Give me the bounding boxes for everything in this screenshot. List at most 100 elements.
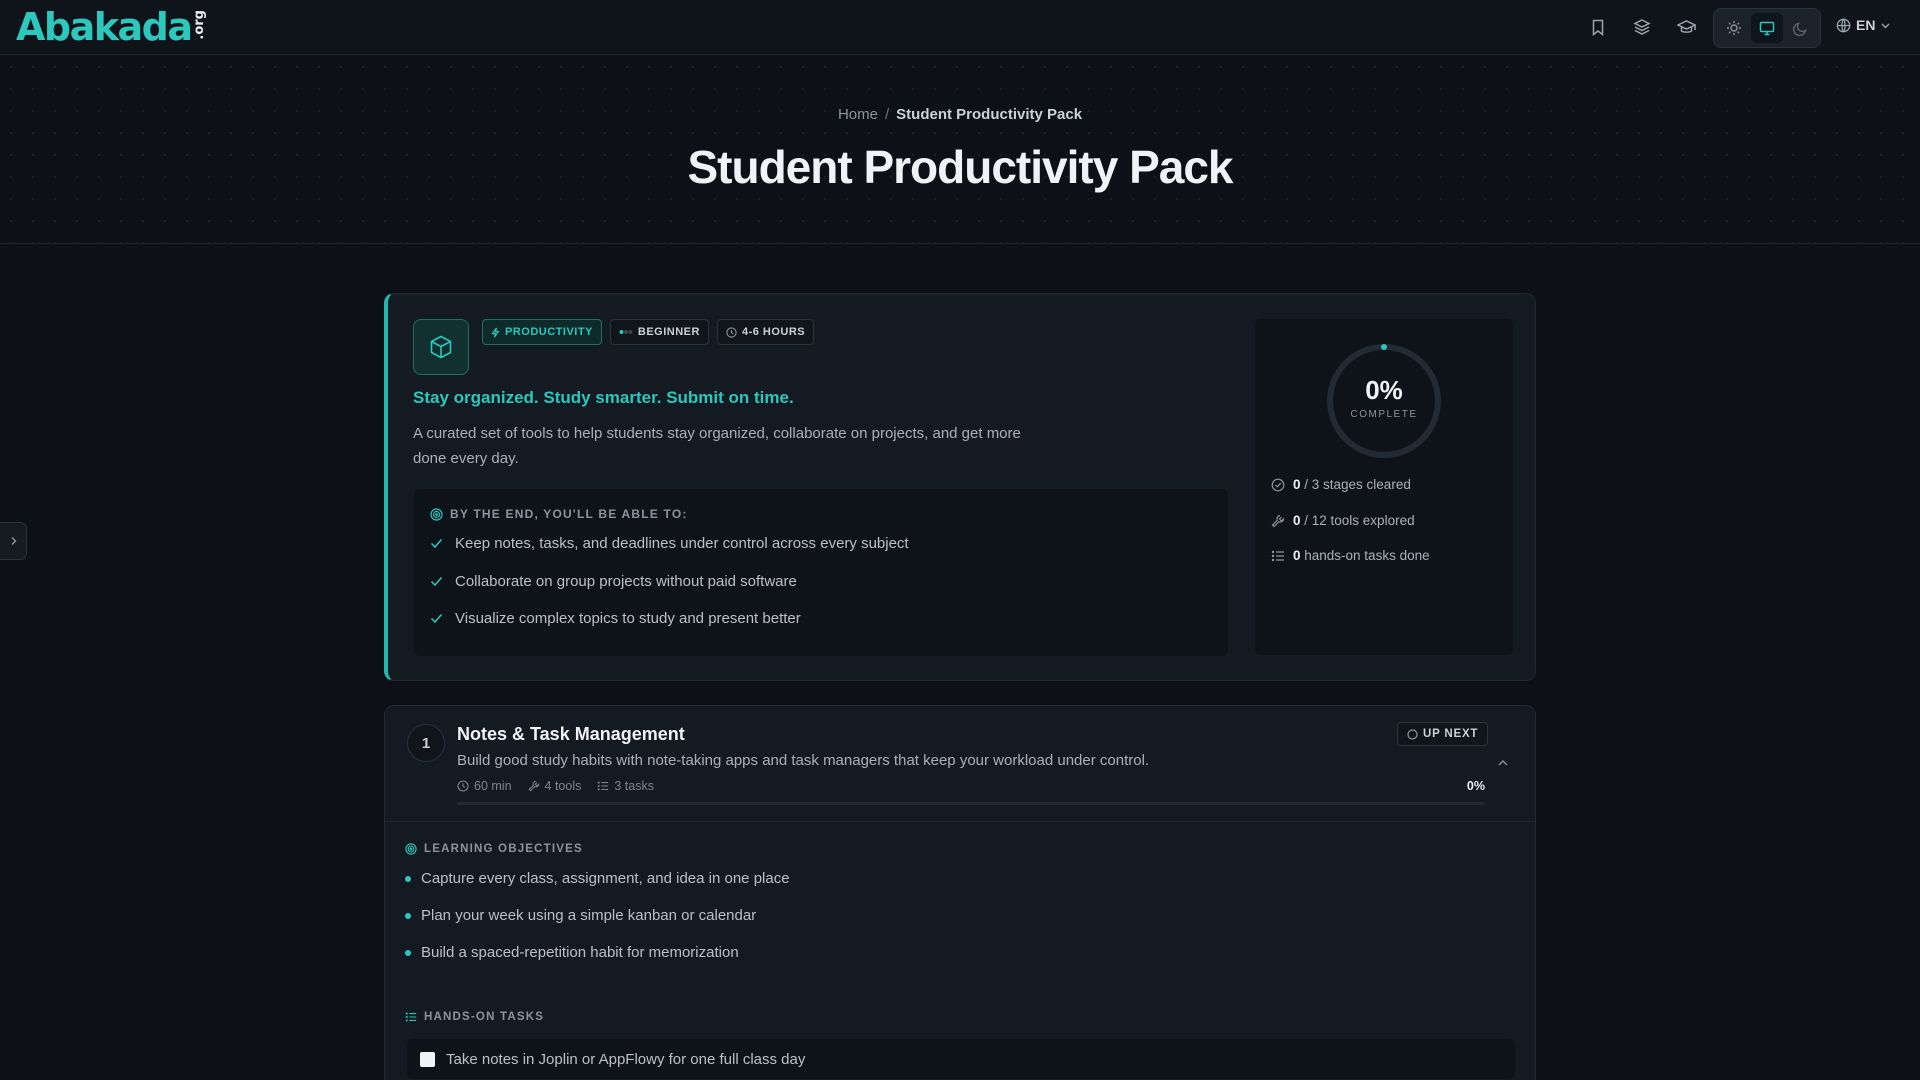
top-navigation-bar: Abakada .org EN <box>0 0 1920 55</box>
wrench-icon <box>528 780 540 792</box>
pack-description: A curated set of tools to help students … <box>413 425 1021 467</box>
stage-meta: 60 min 4 tools 3 tasks <box>457 779 654 793</box>
level-dots-icon <box>619 329 633 335</box>
wrench-icon <box>1271 514 1285 528</box>
page-title: Student Productivity Pack <box>687 141 1233 193</box>
objective-text: Capture every class, assignment, and ide… <box>421 870 790 887</box>
target-icon <box>430 507 443 521</box>
chevron-up-icon[interactable] <box>1497 758 1509 768</box>
chevron-down-icon <box>1880 20 1891 31</box>
circle-check-icon <box>1271 478 1285 492</box>
tools-stat: 0 / 12 tools explored <box>1271 513 1415 528</box>
page-hero: Home / Student Productivity Pack Student P… <box>0 56 1920 244</box>
layers-icon[interactable] <box>1629 14 1655 40</box>
stage-header[interactable]: 1 Notes & Task Management Build good stu… <box>385 706 1535 822</box>
stage-percent: 0% <box>1466 779 1485 793</box>
clock-icon <box>726 326 737 338</box>
stage-duration-label: 60 min <box>474 779 512 793</box>
logo-text: Abakada <box>16 5 193 49</box>
stage-tasks: 3 tasks <box>597 779 654 793</box>
list-icon <box>1271 549 1285 563</box>
tools-count: 0 <box>1293 513 1301 528</box>
tools-text: / 12 tools explored <box>1300 513 1415 528</box>
target-icon <box>405 843 417 855</box>
outcomes-box: BY THE END, YOU'LL BE ABLE TO: Keep note… <box>414 489 1228 656</box>
check-icon <box>430 613 443 624</box>
outcomes-heading-label: BY THE END, YOU'LL BE ABLE TO: <box>450 507 688 521</box>
level-tag: BEGINNER <box>609 319 709 345</box>
stage-progress-bar <box>457 802 1485 805</box>
breadcrumb-separator: / <box>884 106 890 123</box>
outcome-item: Visualize complex topics to study and pr… <box>430 610 801 627</box>
moon-icon[interactable] <box>1785 13 1816 43</box>
circle-icon <box>1407 728 1418 740</box>
stages-stat: 0 / 3 stages cleared <box>1271 477 1411 492</box>
bullet-dot <box>405 875 411 882</box>
objective-text: Build a spaced-repetition habit for memo… <box>421 944 739 961</box>
box-icon <box>413 319 469 375</box>
learning-objectives-heading: LEARNING OBJECTIVES <box>405 843 583 855</box>
logo-suffix: .org <box>191 10 207 40</box>
hands-on-tasks-label: HANDS-ON TASKS <box>424 1011 545 1023</box>
progress-panel: 0% COMPLETE 0 / 3 stages cleared 0 / 12 … <box>1255 319 1513 655</box>
stage-card: 1 Notes & Task Management Build good stu… <box>384 705 1536 1080</box>
stage-tools: 4 tools <box>528 779 582 793</box>
progress-label: COMPLETE <box>1350 409 1418 420</box>
language-selector[interactable]: EN <box>1836 17 1891 33</box>
pack-tagline: Stay organized. Study smarter. Submit on… <box>413 388 794 407</box>
bullet-dot <box>405 912 411 919</box>
pack-tags: PRODUCTIVITY BEGINNER 4-6 HOURS <box>482 319 815 345</box>
list-icon <box>597 780 609 792</box>
stage-number: 1 <box>407 724 445 762</box>
stage-duration: 60 min <box>457 779 512 793</box>
tasks-text: hands-on tasks done <box>1300 548 1430 563</box>
task-checkbox[interactable] <box>420 1051 435 1067</box>
stage-title: Notes & Task Management <box>457 724 685 744</box>
outcome-item: Collaborate on group projects without pa… <box>430 573 797 590</box>
stage-tools-label: 4 tools <box>544 779 582 793</box>
site-logo[interactable]: Abakada .org <box>16 5 207 49</box>
sidebar-toggle-button[interactable] <box>0 522 27 560</box>
task-item[interactable]: Take notes in Joplin or AppFlowy for one… <box>407 1039 1515 1079</box>
theme-switcher <box>1713 8 1821 48</box>
outcomes-heading: BY THE END, YOU'LL BE ABLE TO: <box>430 507 688 521</box>
stage-description: Build good study habits with note-taking… <box>457 752 1150 769</box>
objective-item: Capture every class, assignment, and ide… <box>405 870 790 887</box>
outcome-text: Keep notes, tasks, and deadlines under c… <box>455 535 909 552</box>
tasks-count: 0 <box>1293 548 1301 563</box>
task-text: Take notes in Joplin or AppFlowy for one… <box>446 1050 806 1068</box>
sun-icon[interactable] <box>1718 13 1749 43</box>
duration-tag: 4-6 HOURS <box>716 319 815 345</box>
chevron-right-icon <box>9 536 18 546</box>
breadcrumb: Home / Student Productivity Pack <box>0 106 1920 123</box>
tasks-stat: 0 hands-on tasks done <box>1271 548 1430 563</box>
clock-icon <box>457 780 469 792</box>
category-tag: PRODUCTIVITY <box>482 319 602 345</box>
graduation-cap-icon[interactable] <box>1673 14 1699 40</box>
outcome-text: Visualize complex topics to study and pr… <box>455 610 801 627</box>
check-icon <box>430 538 443 549</box>
monitor-icon[interactable] <box>1751 13 1783 43</box>
breadcrumb-current: Student Productivity Pack <box>896 106 1083 123</box>
check-icon <box>430 576 443 587</box>
progress-percent: 0% <box>1365 375 1403 405</box>
language-label: EN <box>1856 17 1876 33</box>
bookmark-icon[interactable] <box>1585 14 1611 40</box>
pack-overview-card: PRODUCTIVITY BEGINNER 4-6 HOURS Stay org… <box>384 293 1536 681</box>
outcome-item: Keep notes, tasks, and deadlines under c… <box>430 535 909 552</box>
objective-text: Plan your week using a simple kanban or … <box>421 907 757 924</box>
globe-icon <box>1836 18 1851 33</box>
stages-text: / 3 stages cleared <box>1300 477 1411 492</box>
status-badge-label: UP NEXT <box>1423 728 1479 740</box>
bullet-dot <box>405 949 411 956</box>
list-icon <box>405 1011 417 1023</box>
stages-count: 0 <box>1293 477 1301 492</box>
learning-objectives-label: LEARNING OBJECTIVES <box>424 843 583 855</box>
breadcrumb-home-link[interactable]: Home <box>838 106 878 123</box>
objective-item: Plan your week using a simple kanban or … <box>405 907 756 924</box>
duration-tag-label: 4-6 HOURS <box>741 326 806 338</box>
stage-tasks-label: 3 tasks <box>614 779 654 793</box>
objective-item: Build a spaced-repetition habit for memo… <box>405 944 739 961</box>
level-tag-label: BEGINNER <box>637 326 700 338</box>
bolt-icon <box>491 327 500 338</box>
